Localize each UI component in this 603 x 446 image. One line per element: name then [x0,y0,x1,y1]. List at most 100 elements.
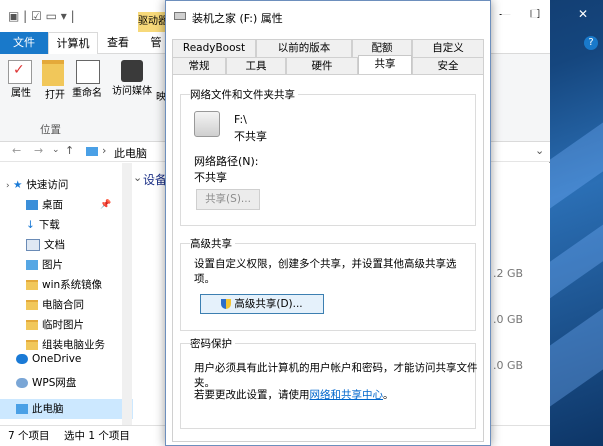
nav-label: OneDrive [32,353,82,365]
up-icon[interactable]: ↑ [65,144,74,157]
nav-label: win系统镜像 [42,279,103,291]
access-media-button[interactable]: 访问媒体 [112,60,152,97]
help-icon[interactable]: ? [584,36,598,50]
nav-item-this-pc[interactable]: 此电脑 [0,399,138,419]
network-sharing-center-link[interactable]: 网络和共享中心 [310,389,384,401]
dialog-tabs-row1: ReadyBoost 以前的版本 配额 自定义 [166,39,490,57]
drive-share-status: 不共享 [234,130,267,143]
network-path-value: 不共享 [194,171,227,184]
dialog-title: 装机之家 (F:) 属性 [192,12,283,25]
properties-label: 属性 [11,88,31,99]
download-icon: ↓ [26,219,35,231]
advanced-description: 设置自定义权限，创建多个共享，并设置其他高级共享选项。 [194,258,457,285]
tab-manage[interactable]: 管 [146,32,166,54]
open-label: 打开 [45,90,65,101]
media-icon [121,60,143,82]
tab-tools[interactable]: 工具 [226,57,286,75]
address-text: 此电脑 [114,147,147,160]
drive-size: .0 GB [493,359,524,372]
properties-button[interactable]: ✓ 属性 [8,60,34,99]
password-change-suffix: 。 [383,389,394,401]
folder-icon [26,320,38,330]
nav-label: 下载 [38,219,60,231]
password-change-text: 若要更改此设置，请使用网络和共享中心。 [194,387,394,402]
nav-label: 临时图片 [42,319,84,331]
computer-icon [86,147,98,156]
document-icon [26,239,40,251]
tab-readyboost[interactable]: ReadyBoost [172,39,256,57]
drive-size: .0 GB [493,313,524,326]
tab-file[interactable]: 文件 [0,32,48,54]
access-media-label: 访问媒体 [112,86,152,97]
tab-general[interactable]: 常规 [172,57,226,75]
tab-security[interactable]: 安全 [412,57,484,75]
desktop-maximize-icon[interactable]: ☐ [518,0,548,28]
expand-icon[interactable]: › [6,181,10,191]
back-icon[interactable]: ← [12,144,21,157]
desktop-icon [26,200,38,210]
share-button[interactable]: 共享(S)... [196,189,260,210]
forward-icon[interactable]: → [34,144,43,157]
nav-item-wps[interactable]: WPS网盘 [0,373,138,393]
context-tab-label[interactable]: 驱动器 [138,12,168,32]
pin-icon: 📌 [100,200,112,210]
network-path-label: 网络路径(N): [194,155,259,168]
open-button[interactable]: 打开 [42,60,68,101]
password-description: 用户必须具有此计算机的用户帐户和密码，才能访问共享文件夹。 [194,362,478,389]
advanced-sharing-button[interactable]: 高级共享(D)... [200,294,324,314]
nav-label: WPS网盘 [32,377,77,389]
quick-access-toolbar: ▣ | ☑ ▭ ▾ | [8,9,75,23]
sharing-panel: 网络文件和文件夹共享 F:\ 不共享 网络路径(N): 不共享 共享(S)...… [172,74,484,442]
network-group-label: 网络文件和文件夹共享 [190,87,298,102]
shield-icon [221,299,232,309]
status-count: 7 个项目 [8,430,50,442]
folder-icon [26,280,38,290]
computer-icon [16,404,28,414]
tab-view[interactable]: 查看 [100,32,136,54]
content-heading: 设备 [143,173,168,187]
nav-label: 电脑合同 [42,299,84,311]
desktop-close-icon[interactable]: ✕ [568,0,598,28]
drive-name: F:\ [234,113,247,126]
ribbon-group-label: 位置 [40,124,61,136]
folder-icon [26,300,38,310]
tab-hardware[interactable]: 硬件 [286,57,358,75]
rename-button[interactable]: 重命名 [70,60,104,99]
history-chevron-icon[interactable]: ⌄ [52,145,60,155]
navigation-pane: › ★ 快速访问 桌面 📌 ↓ 下载 文档 图片 win系统镜像 电脑合同 临时图片… [0,163,138,425]
nav-scrollbar[interactable] [122,163,132,425]
drive-icon [174,12,186,20]
password-change-prefix: 若要更改此设置，请使用 [194,389,310,401]
dialog-tabs-row2: 常规 工具 硬件 共享 安全 [166,55,490,75]
nav-label: 此电脑 [32,403,64,415]
star-icon: ★ [12,179,23,191]
password-group-label: 密码保护 [190,336,235,351]
cloud-icon [16,354,28,364]
drive-size: .2 GB [493,267,524,280]
picture-icon [26,260,38,270]
nav-label: 快速访问 [26,179,69,191]
tab-customize[interactable]: 自定义 [412,39,484,57]
nav-item-onedrive[interactable]: OneDrive [0,349,138,369]
tab-computer[interactable]: 计算机 [48,32,98,54]
refresh-icon[interactable]: ⌄ [535,144,544,157]
open-folder-icon [42,60,64,86]
dialog-title-bar: 装机之家 (F:) 属性 [166,1,490,33]
drive-large-icon [194,111,220,137]
advanced-group-label: 高级共享 [190,236,235,251]
nav-label: 桌面 [42,199,63,211]
rename-icon [76,60,100,84]
properties-dialog: 装机之家 (F:) 属性 ReadyBoost 以前的版本 配额 自定义 常规 … [165,0,491,446]
nav-label: 文档 [44,239,65,251]
tab-previous-versions[interactable]: 以前的版本 [256,39,352,57]
advanced-sharing-label: 高级共享(D)... [234,298,303,310]
nav-item-quick-access[interactable]: › ★ 快速访问 [0,175,128,195]
collapse-icon[interactable]: ⌄ [133,171,142,184]
rename-label: 重命名 [72,88,102,99]
tab-sharing[interactable]: 共享 [358,55,412,75]
cloud-icon [16,378,28,388]
address-separator-icon: › [102,144,107,157]
nav-label: 图片 [42,259,63,271]
properties-icon: ✓ [8,60,32,84]
status-selected: 选中 1 个项目 [64,430,130,442]
